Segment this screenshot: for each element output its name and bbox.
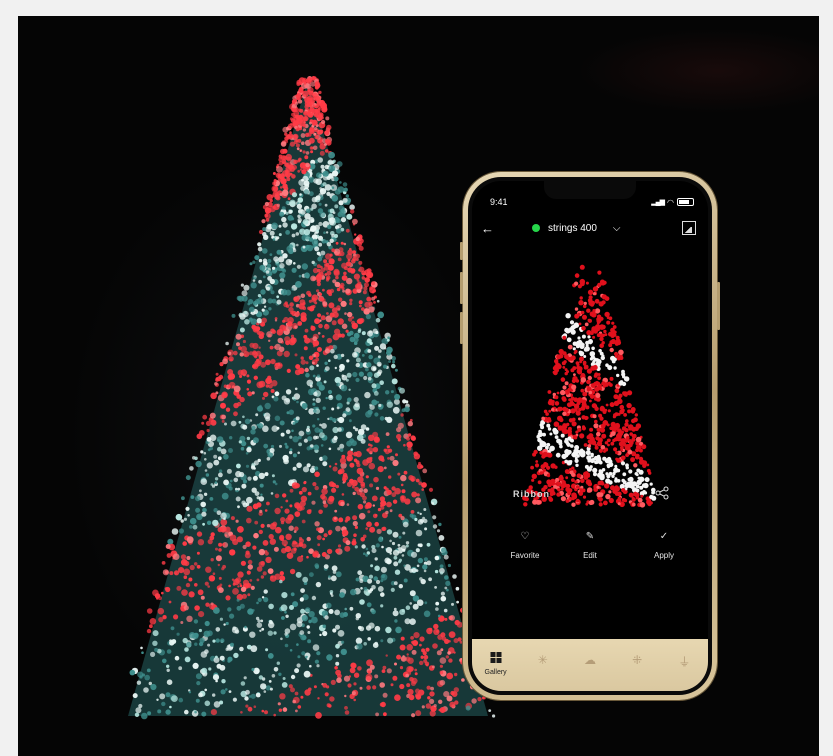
app-header: ← strings 400 ⌵ [472,215,708,241]
device-name: strings 400 [548,222,597,234]
checkmark-icon: ✓ [659,531,669,542]
apply-button[interactable]: ✓ Apply [634,531,694,560]
effect-actions: ♡ Favorite ✎ Edit ✓ Apply [472,531,708,571]
effect-preview-cone [522,264,657,508]
smartphone: 9:41 ▂▄▆ ◠ ← strings 400 ⌵ Ribbon ♡ Favo… [460,172,720,700]
tab-effects[interactable]: ✳ [519,639,566,691]
tab-cloud[interactable]: ☁ [566,639,613,691]
bottom-tab-bar: Gallery ✳ ☁ ⁜ ⏚ [472,639,708,691]
tab-layout[interactable]: ⁜ [614,639,661,691]
cloud-icon: ☁ [584,653,596,667]
phone-silent-switch [460,242,463,260]
chevron-down-icon: ⌵ [612,222,621,234]
device-selector[interactable]: strings 400 ⌵ [532,223,621,234]
phone-volume-up [460,272,463,304]
sparkle-icon: ✳ [537,653,548,667]
battery-icon [677,198,694,206]
back-arrow-icon[interactable]: ← [481,221,494,236]
favorite-label: Favorite [510,551,540,560]
tab-device[interactable]: ⏚ [661,639,708,691]
photo-frame: 9:41 ▂▄▆ ◠ ← strings 400 ⌵ Ribbon ♡ Favo… [18,16,819,756]
tab-gallery[interactable]: Gallery [472,639,519,691]
edit-label: Edit [583,551,597,560]
tab-gallery-label: Gallery [484,669,507,676]
grid-icon [490,652,502,663]
pencil-icon: ✎ [585,531,595,542]
phone-volume-down [460,312,463,344]
effect-name: Ribbon [513,489,550,499]
phone-power-button [717,282,720,330]
favorite-button[interactable]: ♡ Favorite [495,531,555,560]
signal-icon: ▂▄▆ [651,199,665,206]
wifi-icon: ◠ [667,197,674,207]
apply-label: Apply [653,551,674,560]
status-time: 9:41 [490,197,508,207]
dots-grid-icon: ⁜ [632,653,643,667]
plug-icon: ⏚ [678,655,691,669]
phone-notch [544,181,636,199]
heart-icon: ♡ [520,531,530,542]
effect-preview-area [472,243,708,639]
share-icon[interactable] [655,486,669,500]
device-online-indicator [532,224,540,232]
image-preview-icon[interactable] [682,221,696,235]
app-screen: 9:41 ▂▄▆ ◠ ← strings 400 ⌵ Ribbon ♡ Favo… [472,181,708,691]
edit-button[interactable]: ✎ Edit [560,531,620,560]
